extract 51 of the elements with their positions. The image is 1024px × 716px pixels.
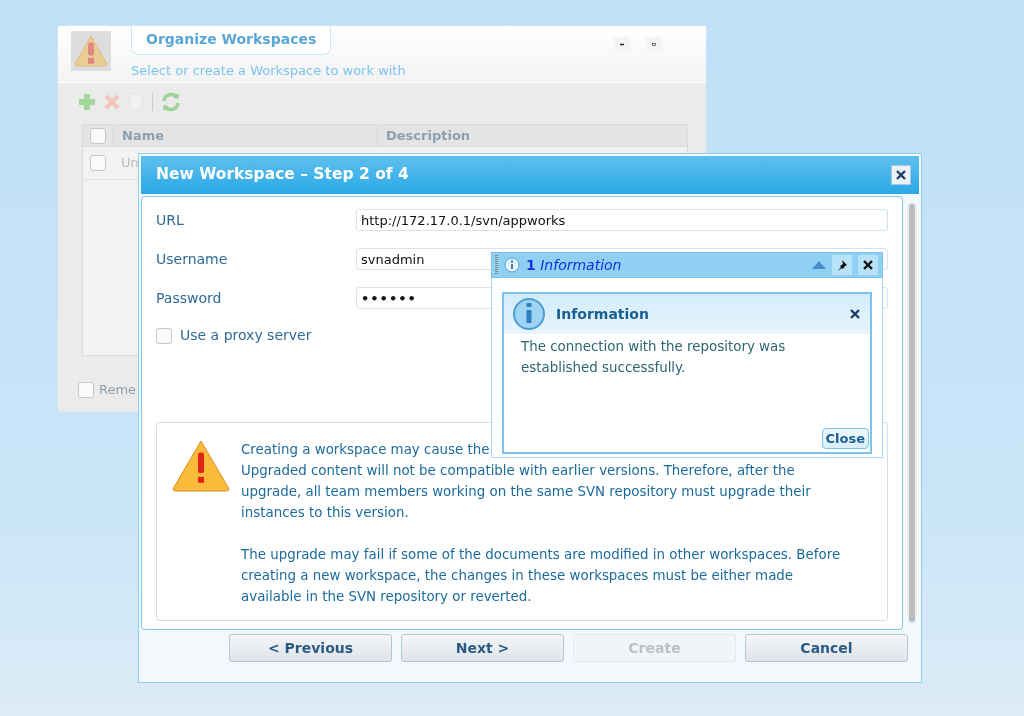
refresh-icon[interactable] bbox=[161, 92, 181, 112]
wizard-button[interactable]: Cancel bbox=[745, 634, 908, 662]
warning-text: The upgrade may fail if some of the documents are modified in other workspaces. Before bbox=[241, 546, 841, 564]
warning-text: instances to this version. bbox=[241, 504, 409, 522]
warning-text: Upgraded content will not be compatible with earlier versions. Therefore, after the bbox=[241, 462, 795, 480]
info-icon bbox=[504, 257, 520, 273]
warning-icon bbox=[171, 439, 231, 493]
warning-text: upgrade, all team members working on the same SVN repository must upgrade their bbox=[241, 483, 811, 501]
add-icon[interactable] bbox=[78, 93, 96, 111]
close-button[interactable] bbox=[858, 255, 878, 275]
select-all-checkbox[interactable] bbox=[90, 127, 106, 144]
maximize-button[interactable] bbox=[646, 37, 662, 51]
collapse-icon[interactable] bbox=[812, 261, 826, 269]
warning-text: creating a new workspace, the changes in these workspaces must be either made bbox=[241, 567, 794, 585]
warning-text: available in the SVN repository or reverted. bbox=[241, 588, 532, 606]
input-field[interactable]: http://172.17.0.1/svn/appworks bbox=[356, 209, 888, 231]
close-button[interactable] bbox=[891, 165, 911, 185]
row-checkbox[interactable] bbox=[90, 155, 106, 171]
info-icon bbox=[512, 297, 546, 331]
field-label: URL bbox=[156, 210, 185, 230]
remember-checkbox[interactable] bbox=[78, 381, 94, 398]
warning-text: Creating a workspace may cause the bbox=[241, 441, 490, 459]
message-text: The connection with the repository was established successfully. bbox=[520, 338, 787, 377]
field-label: Password bbox=[156, 288, 223, 308]
close-button[interactable] bbox=[848, 307, 862, 321]
scrollbar[interactable] bbox=[907, 202, 917, 624]
close-button[interactable]: Close bbox=[821, 427, 869, 449]
checkbox-label: Reme bbox=[99, 381, 137, 399]
warning-icon bbox=[73, 34, 109, 68]
wizard-button[interactable]: Next > bbox=[401, 634, 564, 662]
minimize-icon bbox=[620, 42, 624, 46]
wizard-button[interactable]: < Previous bbox=[229, 634, 392, 662]
delete-icon[interactable] bbox=[104, 94, 120, 110]
subtitle: Select or create a Workspace to work with bbox=[131, 62, 407, 80]
notification-title: 1 Information bbox=[526, 255, 623, 275]
pin-button[interactable] bbox=[832, 255, 852, 275]
checkbox-label: Use a proxy server bbox=[180, 326, 312, 345]
minimize-button[interactable] bbox=[614, 37, 630, 51]
maximize-icon bbox=[652, 40, 656, 48]
proxy-checkbox[interactable] bbox=[156, 327, 172, 344]
table-cell-text: Un bbox=[121, 154, 139, 173]
dialog-title: New Workspace – Step 2 of 4 bbox=[156, 164, 409, 186]
message-title: Information bbox=[556, 304, 650, 324]
close-icon bbox=[863, 260, 873, 270]
close-icon bbox=[896, 170, 906, 180]
drag-handle[interactable] bbox=[495, 255, 498, 275]
column-header: Name bbox=[122, 126, 164, 145]
close-icon bbox=[850, 309, 860, 319]
column-header: Description bbox=[386, 126, 471, 145]
pin-icon bbox=[836, 259, 848, 271]
field-label: Username bbox=[156, 249, 229, 269]
